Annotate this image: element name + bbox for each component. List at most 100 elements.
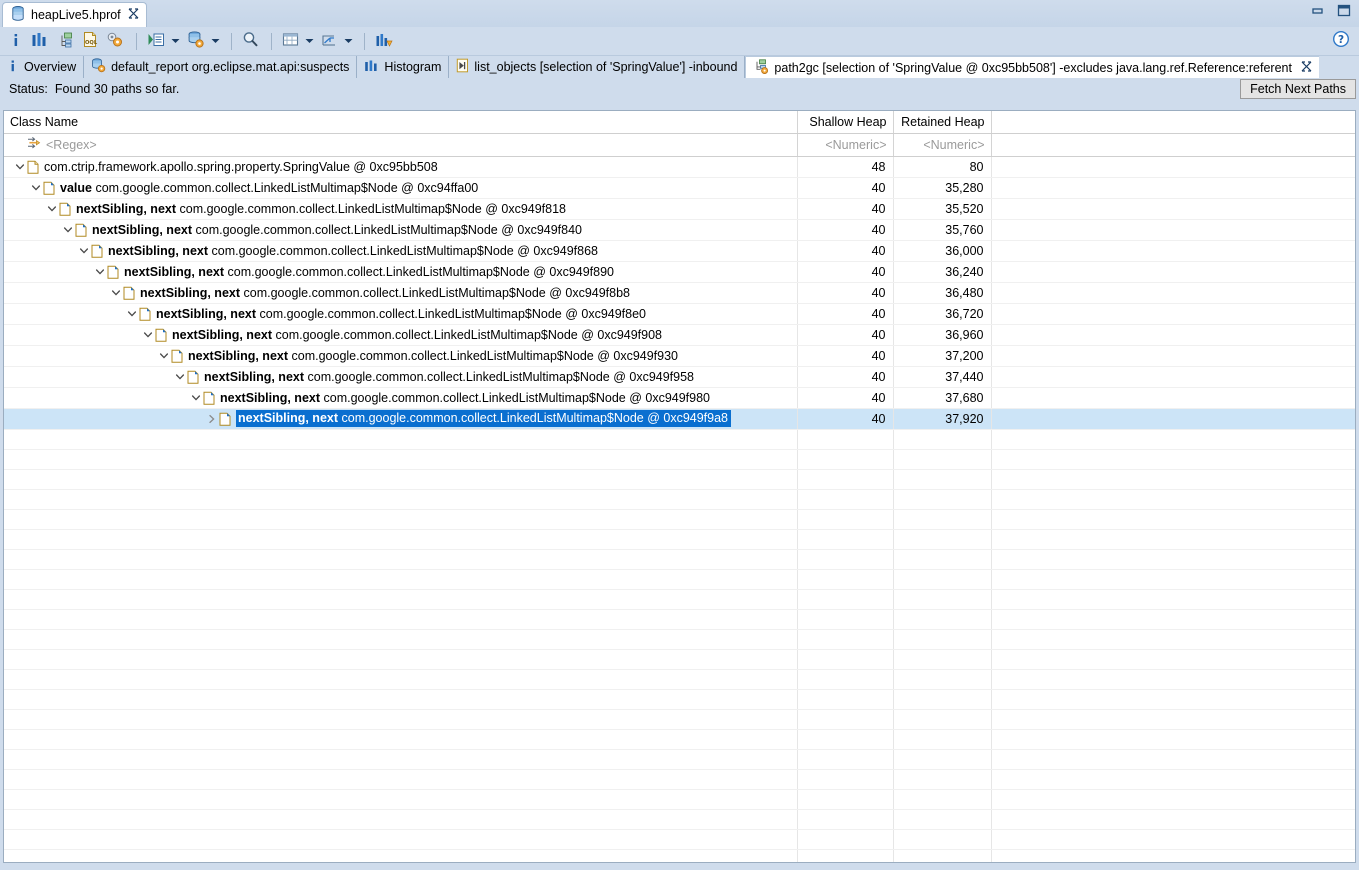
chevron-down-icon[interactable]: [13, 157, 27, 177]
fetch-next-paths-button[interactable]: Fetch Next Paths: [1240, 79, 1356, 99]
maximize-icon[interactable]: [1337, 4, 1351, 20]
table-row[interactable]: nextSibling, next com.google.common.coll…: [4, 198, 1355, 220]
tab-path2gc[interactable]: path2gc [selection of 'SpringValue @ 0xc…: [745, 56, 1319, 78]
table-row[interactable]: nextSibling, next com.google.common.coll…: [4, 282, 1355, 304]
export-chart-button[interactable]: [318, 29, 341, 53]
cell-class-name[interactable]: nextSibling, next com.google.common.coll…: [4, 345, 798, 367]
chevron-down-icon[interactable]: [189, 388, 203, 408]
cell-empty: [991, 809, 1355, 830]
cell-class-name[interactable]: nextSibling, next com.google.common.coll…: [4, 408, 798, 430]
cell-empty: [797, 709, 894, 730]
toolbar-separator-2: [231, 32, 232, 50]
export-chart-dropdown-arrow[interactable]: [343, 30, 354, 52]
cell-class-name[interactable]: nextSibling, next com.google.common.coll…: [4, 282, 798, 304]
column-header-extra[interactable]: [991, 111, 1355, 134]
cell-empty: [4, 829, 798, 850]
tab-default-report[interactable]: default_report org.eclipse.mat.api:suspe…: [84, 56, 358, 78]
cell-empty: [893, 569, 992, 590]
table-row[interactable]: nextSibling, next com.google.common.coll…: [4, 303, 1355, 325]
cell-class-name[interactable]: nextSibling, next com.google.common.coll…: [4, 303, 798, 325]
search-button[interactable]: [239, 29, 262, 53]
table-row[interactable]: nextSibling, next com.google.common.coll…: [4, 366, 1355, 388]
export-table-button[interactable]: [279, 29, 302, 53]
chevron-down-icon[interactable]: [45, 199, 59, 219]
filter-cell-retained-heap[interactable]: <Numeric>: [893, 133, 992, 157]
table-row[interactable]: com.ctrip.framework.apollo.spring.proper…: [4, 156, 1355, 178]
filter-cell-shallow-heap[interactable]: <Numeric>: [797, 133, 894, 157]
chevron-down-icon[interactable]: [93, 262, 107, 282]
cell-empty: [4, 649, 798, 670]
table-row[interactable]: nextSibling, next com.google.common.coll…: [4, 219, 1355, 241]
overview-info-button[interactable]: [6, 29, 26, 53]
cell-class-name[interactable]: nextSibling, next com.google.common.coll…: [4, 219, 798, 241]
chevron-down-icon[interactable]: [29, 178, 43, 198]
cell-retained-heap: 36,480: [893, 282, 992, 304]
calculate-retained-size-button[interactable]: [103, 29, 127, 53]
filter-cell-class-name[interactable]: <Regex>: [4, 133, 798, 157]
cell-class-name[interactable]: nextSibling, next com.google.common.coll…: [4, 240, 798, 262]
cell-class-name[interactable]: com.ctrip.framework.apollo.spring.proper…: [4, 156, 798, 178]
chevron-down-icon[interactable]: [125, 304, 139, 324]
filter-cell-extra[interactable]: [991, 133, 1355, 157]
cell-empty: [893, 529, 992, 550]
tab-close-icon[interactable]: [1301, 60, 1312, 75]
cell-empty: [797, 509, 894, 530]
chevron-down-icon[interactable]: [157, 346, 171, 366]
chevron-down-icon[interactable]: [61, 220, 75, 240]
cell-extra: [991, 408, 1355, 430]
close-icon[interactable]: [128, 8, 139, 22]
run-expert-system-dropdown-arrow[interactable]: [170, 30, 181, 52]
cell-shallow-heap: 40: [797, 219, 894, 241]
cell-class-name[interactable]: nextSibling, next com.google.common.coll…: [4, 261, 798, 283]
cell-empty: [797, 609, 894, 630]
cell-class-name[interactable]: nextSibling, next com.google.common.coll…: [4, 366, 798, 388]
table-row[interactable]: nextSibling, next com.google.common.coll…: [4, 345, 1355, 367]
chevron-down-icon[interactable]: [173, 367, 187, 387]
tab-list-objects[interactable]: list_objects [selection of 'SpringValue'…: [449, 56, 746, 78]
cell-class-name[interactable]: nextSibling, next com.google.common.coll…: [4, 198, 798, 220]
export-table-dropdown-arrow[interactable]: [304, 30, 315, 52]
tab-overview[interactable]: Overview: [0, 56, 85, 78]
oql-button[interactable]: OQL: [79, 29, 101, 53]
reference-object-icon: [107, 265, 120, 279]
table-row-empty: [4, 769, 1355, 790]
tab-histogram[interactable]: Histogram: [357, 56, 450, 78]
table-row[interactable]: nextSibling, next com.google.common.coll…: [4, 324, 1355, 346]
table-row-empty: [4, 669, 1355, 690]
help-question-icon: ?: [1332, 30, 1350, 51]
table-row[interactable]: nextSibling, next com.google.common.coll…: [4, 387, 1355, 409]
table-row[interactable]: value com.google.common.collect.LinkedLi…: [4, 177, 1355, 199]
paths-to-gc-roots-table[interactable]: Class Name Shallow Heap Retained Heap <R…: [3, 110, 1356, 863]
cell-class-name[interactable]: nextSibling, next com.google.common.coll…: [4, 387, 798, 409]
cell-retained-heap: 37,680: [893, 387, 992, 409]
minimize-icon[interactable]: [1311, 5, 1324, 20]
dominator-tree-button[interactable]: [53, 29, 77, 53]
compare-button[interactable]: [372, 29, 396, 53]
cell-empty: [797, 769, 894, 790]
status-label: Status:: [9, 82, 48, 96]
column-header-class-name[interactable]: Class Name: [4, 111, 798, 134]
open-heap-dump-button[interactable]: [184, 29, 208, 53]
histogram-button[interactable]: [28, 29, 51, 53]
cell-empty: [893, 669, 992, 690]
tab-histogram-label: Histogram: [384, 60, 442, 74]
column-header-shallow-heap[interactable]: Shallow Heap: [797, 111, 894, 134]
cell-empty: [893, 689, 992, 710]
window-tab-heap-dump[interactable]: heapLive5.hprof: [2, 2, 147, 27]
cell-class-name[interactable]: value com.google.common.collect.LinkedLi…: [4, 177, 798, 199]
cell-class-name[interactable]: nextSibling, next com.google.common.coll…: [4, 324, 798, 346]
chevron-down-icon[interactable]: [141, 325, 155, 345]
chevron-right-icon[interactable]: [205, 409, 219, 429]
row-label: nextSibling, next com.google.common.coll…: [220, 390, 711, 405]
help-button[interactable]: ?: [1332, 30, 1350, 51]
open-heap-dump-dropdown-arrow[interactable]: [210, 30, 221, 52]
table-row[interactable]: nextSibling, next com.google.common.coll…: [4, 240, 1355, 262]
run-expert-system-button[interactable]: [144, 29, 168, 53]
table-row-empty: [4, 809, 1355, 830]
table-row[interactable]: nextSibling, next com.google.common.coll…: [4, 408, 1355, 430]
cell-empty: [893, 509, 992, 530]
column-header-retained-heap[interactable]: Retained Heap: [893, 111, 992, 134]
chevron-down-icon[interactable]: [109, 283, 123, 303]
table-row[interactable]: nextSibling, next com.google.common.coll…: [4, 261, 1355, 283]
chevron-down-icon[interactable]: [77, 241, 91, 261]
